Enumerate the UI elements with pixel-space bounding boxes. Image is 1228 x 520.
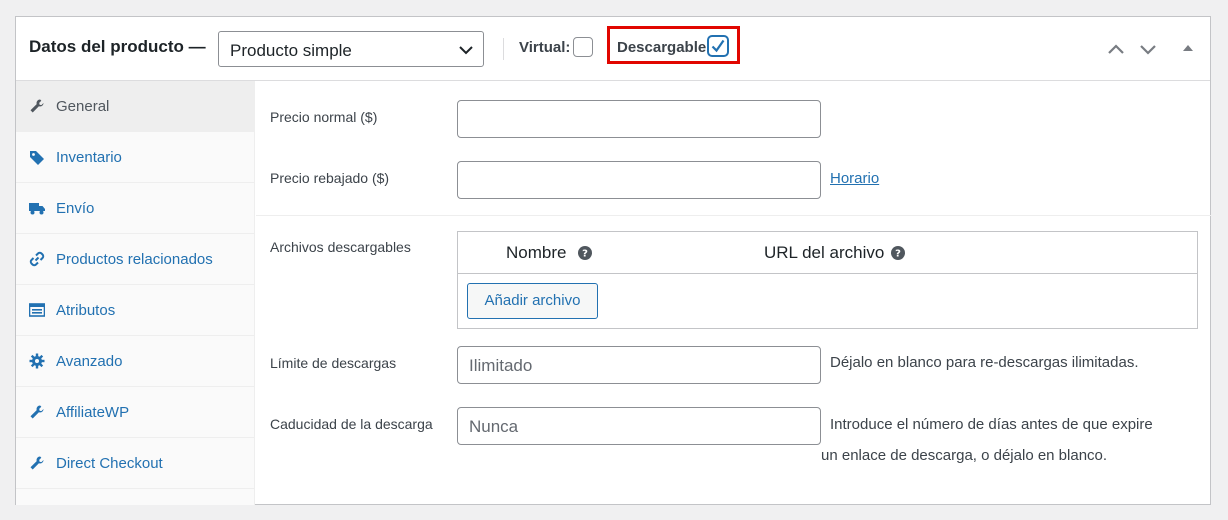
gear-icon [29, 353, 45, 369]
tab-label: Inventario [56, 149, 122, 166]
tab-inventory[interactable]: Inventario [16, 132, 255, 183]
tab-shipping[interactable]: Envío [16, 183, 255, 234]
files-table-header: Nombre ? URL del archivo ? [458, 232, 1197, 274]
tab-general[interactable]: General [16, 81, 255, 132]
schedule-link[interactable]: Horario [830, 170, 879, 187]
help-icon[interactable]: ? [891, 246, 905, 260]
svg-text:?: ? [582, 249, 588, 260]
header-divider [503, 38, 504, 60]
regular-price-label: Precio normal ($) [270, 109, 378, 125]
download-limit-description: Déjalo en blanco para re-descargas ilimi… [830, 354, 1139, 371]
virtual-checkbox[interactable] [573, 37, 593, 57]
downloadable-files-table: Nombre ? URL del archivo ? Añadir archiv… [457, 231, 1198, 329]
link-icon [29, 251, 45, 267]
checkmark-icon [711, 39, 725, 53]
tab-label: Direct Checkout [56, 455, 163, 472]
tab-label: Atributos [56, 302, 116, 319]
download-limit-label: Límite de descargas [270, 355, 397, 371]
downloadable-label: Descargable: [617, 39, 712, 56]
download-expiry-description-line1: Introduce el número de días antes de que… [830, 416, 1153, 433]
product-type-value: Producto simple [230, 41, 352, 60]
product-type-select[interactable]: Producto simple [218, 31, 484, 67]
download-limit-input[interactable]: Ilimitado [457, 346, 821, 384]
virtual-label: Virtual: [519, 39, 571, 56]
tab-label: Avanzado [56, 353, 123, 370]
downloadable-checkbox[interactable] [708, 36, 728, 56]
tab-label: Envío [56, 200, 95, 217]
move-up-icon[interactable] [1106, 39, 1126, 59]
download-expiry-input[interactable]: Nunca [457, 407, 821, 445]
tag-icon [30, 151, 44, 165]
truck-icon [29, 203, 45, 215]
product-data-header: Datos del producto — Producto simple Vir… [16, 17, 1210, 81]
wrench-icon [30, 456, 44, 470]
column-name-header: Nombre [506, 243, 567, 262]
regular-price-input[interactable] [457, 100, 821, 138]
product-data-panel: Datos del producto — Producto simple Vir… [15, 16, 1211, 505]
tab-label: Productos relacionados [56, 251, 213, 268]
sale-price-input[interactable] [457, 161, 821, 199]
tab-affiliatewp[interactable]: AffiliateWP [16, 387, 255, 438]
tab-attributes[interactable]: Atributos [16, 285, 255, 336]
sale-price-label: Precio rebajado ($) [270, 170, 390, 186]
downloadable-files-label: Archivos descargables [270, 239, 411, 255]
chevron-down-icon [459, 46, 473, 55]
wrench-icon [30, 99, 44, 113]
download-expiry-description-line2: un enlace de descarga, o déjalo en blanc… [821, 447, 1108, 464]
tab-advanced[interactable]: Avanzado [16, 336, 255, 387]
wrench-icon [30, 405, 44, 419]
list-icon [29, 303, 45, 317]
tab-linked-products[interactable]: Productos relacionados [16, 234, 255, 285]
panel-title: Datos del producto — [29, 37, 206, 56]
download-expiry-label: Caducidad de la descarga [270, 416, 433, 432]
tab-label: General [56, 98, 110, 115]
help-icon[interactable]: ? [578, 246, 592, 260]
column-url-header: URL del archivo [764, 243, 885, 262]
section-divider [256, 215, 1211, 216]
move-down-icon[interactable] [1138, 39, 1158, 59]
product-data-tabs: General Inventario Envío Productos relac… [16, 81, 255, 505]
tab-label: AffiliateWP [56, 404, 130, 421]
svg-text:?: ? [895, 249, 901, 260]
collapse-toggle-icon[interactable] [1178, 39, 1198, 59]
tab-direct-checkout[interactable]: Direct Checkout [16, 438, 255, 489]
add-file-button[interactable]: Añadir archivo [467, 283, 598, 319]
